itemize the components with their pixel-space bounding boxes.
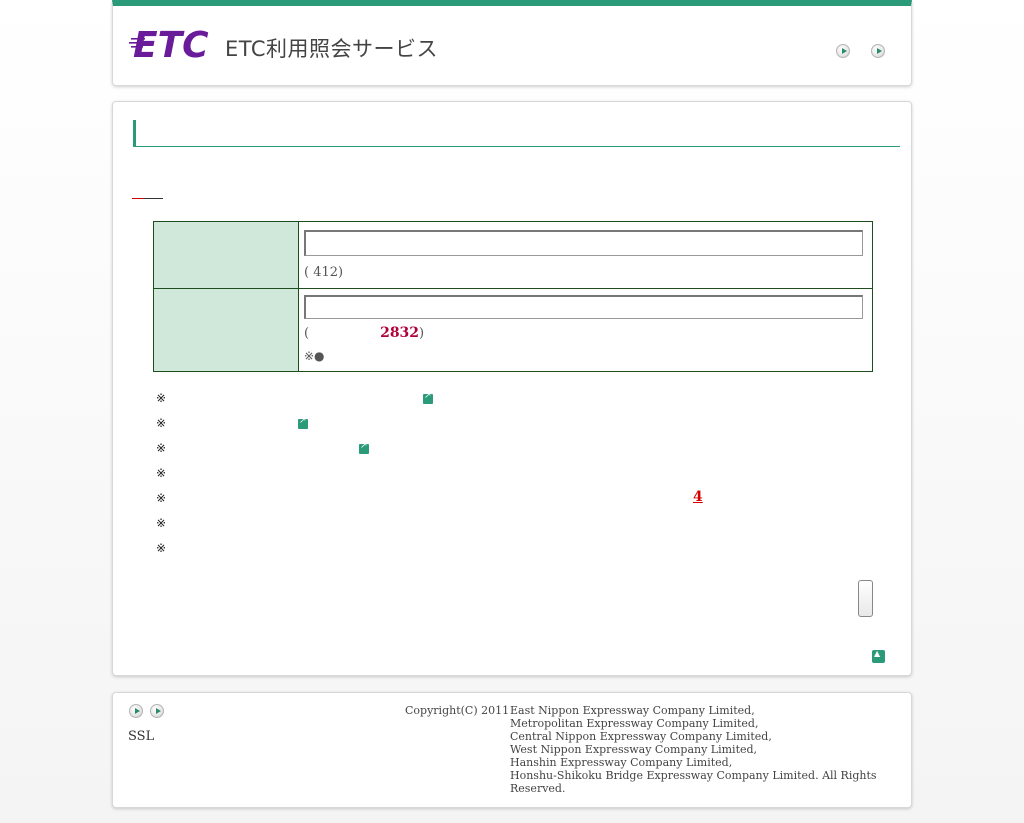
footer-nav-button-2[interactable]	[150, 704, 164, 718]
login-form-table: ( 412) (2832) ※●	[153, 221, 873, 372]
note-mark: ※	[156, 391, 167, 405]
company-name: East Nippon Expressway Company Limited,	[510, 704, 755, 717]
note-item: ※ 4	[156, 489, 703, 516]
etc-logo-text: ETC	[133, 25, 209, 64]
password-label-cell	[153, 288, 299, 372]
highlight-number-link[interactable]: 4	[693, 489, 703, 505]
header-nav-button-2[interactable]	[871, 44, 885, 58]
company-name: Metropolitan Expressway Company Limited,	[510, 717, 759, 730]
password-input[interactable]	[304, 295, 863, 319]
page-top-button[interactable]	[872, 649, 885, 663]
user-id-input[interactable]	[304, 230, 863, 256]
user-id-hint: ( 412)	[304, 265, 344, 280]
password-hint: (2832)	[304, 325, 424, 341]
main-content: ( 412) (2832) ※● ※ ※ ※ ※	[112, 101, 912, 676]
user-id-label-cell	[153, 221, 299, 289]
company-name: Central Nippon Expressway Company Limite…	[510, 730, 772, 743]
etc-logo: ETC	[129, 25, 209, 64]
ssl-label: SSL	[128, 729, 155, 744]
login-button[interactable]	[858, 580, 873, 617]
site-footer: SSL Copyright(C) 2011 East Nippon Expres…	[112, 692, 912, 808]
note-item: ※	[156, 466, 166, 491]
service-title: ETC利用照会サービス	[225, 37, 439, 61]
help-link[interactable]	[132, 192, 163, 199]
password-input-cell: (2832) ※●	[298, 288, 873, 372]
company-name: Honshu-Shikoku Bridge Expressway Company…	[510, 769, 877, 795]
password-hint-number: 2832	[380, 325, 420, 341]
note-item: ※	[156, 516, 166, 541]
note-mark: ※	[156, 441, 167, 455]
footer-nav-button-1[interactable]	[129, 704, 143, 718]
password-note: ※●	[304, 349, 325, 363]
note-mark: ※	[156, 466, 167, 480]
notes-list: ※ ※ ※ ※ ※ 4 ※ ※	[156, 391, 703, 566]
company-list: East Nippon Expressway Company Limited, …	[510, 704, 911, 795]
note-mark: ※	[156, 541, 167, 555]
copyright-label: Copyright(C) 2011	[405, 704, 510, 717]
password-hint-close: )	[419, 326, 425, 341]
note-mark: ※	[156, 516, 167, 530]
external-link-icon[interactable]	[298, 416, 308, 429]
company-name: West Nippon Expressway Company Limited,	[510, 743, 758, 756]
note-mark: ※	[156, 491, 167, 505]
note-item: ※	[156, 416, 308, 441]
external-link-icon[interactable]	[359, 441, 369, 454]
page-heading	[133, 120, 900, 147]
note-mark: ※	[156, 416, 167, 430]
note-item: ※	[156, 441, 369, 466]
note-item: ※	[156, 391, 433, 416]
company-name: Hanshin Expressway Company Limited,	[510, 756, 733, 769]
header-nav-button-1[interactable]	[836, 44, 850, 58]
user-id-input-cell: ( 412)	[298, 221, 873, 289]
password-hint-open: (	[304, 326, 310, 341]
note-item: ※	[156, 541, 166, 566]
external-link-icon[interactable]	[423, 391, 433, 404]
site-header: ETC ETC利用照会サービス	[112, 0, 912, 86]
